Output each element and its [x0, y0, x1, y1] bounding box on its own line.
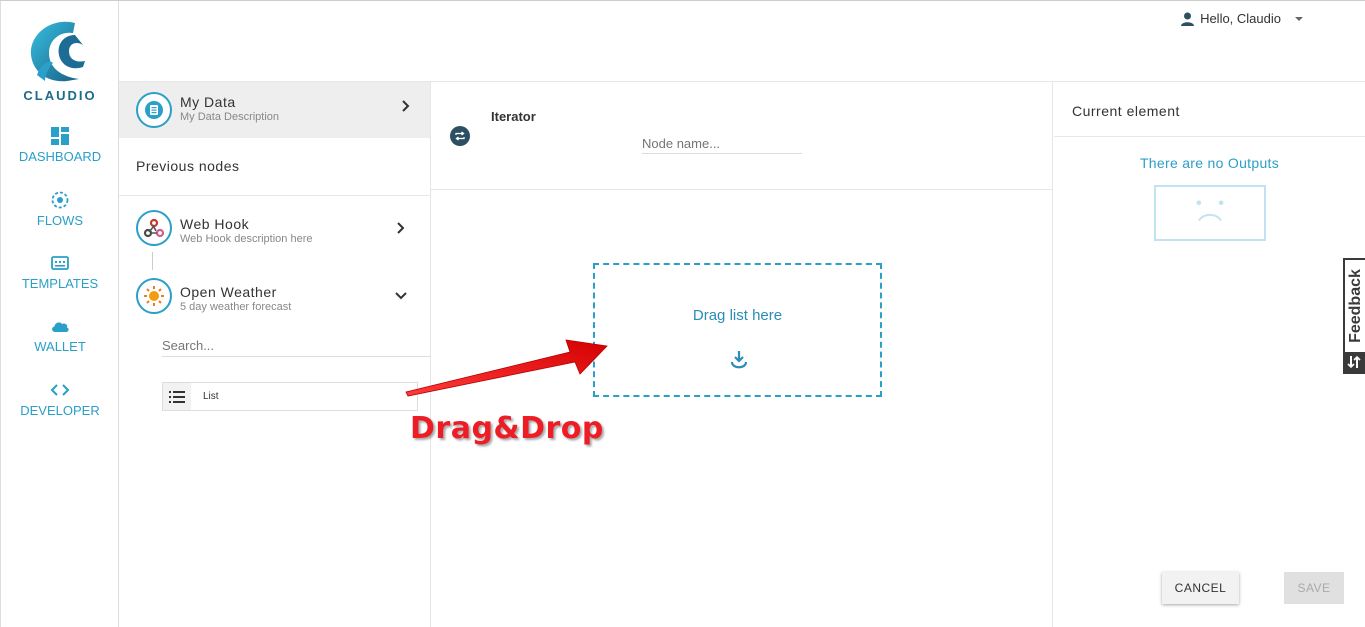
nav-label-flows: FLOWS [36, 213, 84, 228]
previous-nodes-heading: Previous nodes [136, 158, 240, 174]
webhook-description: Web Hook description here [180, 233, 313, 245]
data-panel: My Data My Data Description Previous nod… [119, 82, 431, 627]
node-type-title: Iterator [491, 109, 536, 124]
my-data-title: My Data [180, 94, 236, 110]
dashboard-icon [51, 127, 69, 145]
list-item-label: List [203, 391, 219, 402]
nav-label-wallet: WALLET [34, 339, 86, 354]
sad-face-icon [1154, 185, 1266, 241]
user-icon [1181, 12, 1195, 26]
iterator-icon [450, 126, 470, 146]
chevron-right-icon [402, 100, 410, 112]
current-element-header: Current element [1054, 82, 1365, 137]
open-weather-title: Open Weather [180, 284, 277, 300]
feedback-tab[interactable]: Feedback [1343, 258, 1365, 374]
iterator-header: Iterator [431, 82, 1053, 190]
top-bar: Hello, Claudio [119, 1, 1365, 82]
database-icon [136, 92, 172, 128]
caret-down-icon [1295, 16, 1303, 21]
save-button[interactable]: SAVE [1284, 572, 1344, 604]
search-field[interactable] [162, 336, 430, 357]
nav-item-wallet[interactable]: WALLET [1, 316, 119, 354]
logo-text: CLAUDIO [23, 88, 97, 103]
sidebar-nav: CLAUDIO DASHBOARD FLOWS TEMPLATES WALLET… [0, 1, 119, 627]
claudio-logo[interactable] [23, 15, 95, 87]
list-icon [163, 383, 191, 410]
search-input[interactable] [162, 338, 430, 353]
node-item-webhook[interactable]: Web Hook Web Hook description here [119, 207, 430, 251]
sun-icon [136, 278, 172, 314]
nav-item-flows[interactable]: FLOWS [1, 190, 119, 228]
cloud-icon [52, 322, 69, 332]
app-frame: CLAUDIO DASHBOARD FLOWS TEMPLATES WALLET… [0, 0, 1365, 627]
user-greeting: Hello, Claudio [1200, 11, 1281, 26]
nav-item-dashboard[interactable]: DASHBOARD [1, 126, 119, 164]
chevron-right-icon [397, 222, 405, 234]
flows-icon [51, 191, 69, 209]
nav-label-dashboard: DASHBOARD [18, 149, 102, 164]
cancel-button[interactable]: CANCEL [1162, 572, 1239, 604]
code-icon [50, 384, 70, 396]
webhook-icon [136, 210, 172, 246]
chevron-down-icon [395, 292, 407, 300]
current-element-title: Current element [1072, 103, 1180, 119]
dropzone-label: Drag list here [692, 307, 783, 324]
annotation-arrow [405, 339, 608, 397]
templates-icon [51, 256, 69, 270]
draggable-list-item[interactable]: List [162, 382, 418, 411]
my-data-description: My Data Description [180, 111, 280, 123]
my-data-item[interactable]: My Data My Data Description [119, 82, 430, 138]
current-element-panel: Current element There are no Outputs CAN… [1054, 82, 1365, 627]
open-weather-description: 5 day weather forecast [180, 301, 292, 313]
nav-label-templates: TEMPLATES [21, 276, 99, 291]
node-name-field[interactable] [642, 135, 802, 154]
nav-label-developer: DEVELOPER [20, 403, 100, 418]
user-menu[interactable]: Hello, Claudio [1181, 11, 1303, 26]
list-dropzone[interactable]: Drag list here [593, 263, 882, 397]
nav-item-developer[interactable]: DEVELOPER [1, 380, 119, 418]
node-item-open-weather[interactable]: Open Weather 5 day weather forecast [119, 275, 430, 319]
feedback-tab-body: Feedback [1345, 260, 1365, 352]
divider [119, 195, 430, 196]
node-connector [152, 252, 153, 270]
nav-item-templates[interactable]: TEMPLATES [1, 253, 119, 291]
drag-drop-annotation: Drag&Drop [410, 411, 604, 446]
node-name-input[interactable] [642, 136, 802, 151]
download-icon [730, 351, 748, 369]
sort-arrows-icon [1347, 355, 1361, 369]
webhook-title: Web Hook [180, 216, 250, 232]
no-outputs-text: There are no Outputs [1139, 155, 1280, 171]
feedback-label: Feedback [1347, 269, 1364, 343]
